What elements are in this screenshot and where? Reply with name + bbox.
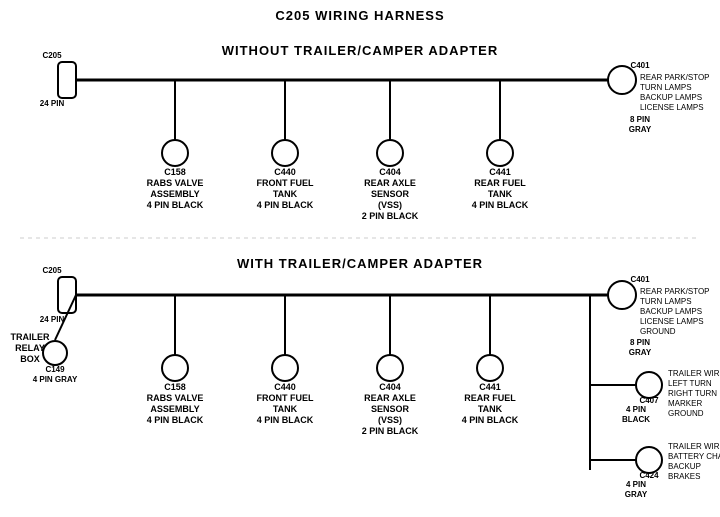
top-c158-desc2: ASSEMBLY [150, 189, 199, 199]
bot-left-id: C205 [42, 266, 62, 275]
bottom-section-title: WITH TRAILER/CAMPER ADAPTER [237, 256, 483, 271]
bot-right-desc1: REAR PARK/STOP [640, 287, 710, 296]
bot-c404-desc1: REAR AXLE [364, 393, 416, 403]
bot-c407-desc1: TRAILER WIRES [668, 369, 720, 378]
bot-c424-pin1: 4 PIN [626, 480, 646, 489]
wiring-diagram: WITHOUT TRAILER/CAMPER ADAPTER C205 24 P… [0, 0, 720, 517]
bot-c158-id: C158 [164, 382, 186, 392]
diagram-container: C205 WIRING HARNESS WITHOUT TRAILER/CAMP… [0, 0, 720, 517]
bot-right-id: C401 [630, 275, 650, 284]
top-c441-desc2: TANK [488, 189, 513, 199]
bot-c407-desc4: MARKER [668, 399, 702, 408]
bot-c441-desc1: REAR FUEL [464, 393, 516, 403]
bot-c404-id: C404 [379, 382, 401, 392]
bot-c404-desc3: (VSS) [378, 415, 402, 425]
bot-c158-desc1: RABS VALVE [147, 393, 204, 403]
top-right-color: GRAY [629, 125, 652, 134]
top-right-desc2: TURN LAMPS [640, 83, 692, 92]
top-c158-desc1: RABS VALVE [147, 178, 204, 188]
bot-right-desc2: TURN LAMPS [640, 297, 692, 306]
bot-c407-pin2: BLACK [622, 415, 650, 424]
bot-c407-desc2: LEFT TURN [668, 379, 712, 388]
bot-c407-desc5: GROUND [668, 409, 704, 418]
bot-c424-desc1: TRAILER WIRES [668, 442, 720, 451]
bot-c424-desc3: BACKUP [668, 462, 701, 471]
bot-c404-desc2: SENSOR [371, 404, 410, 414]
bot-right-color: GRAY [629, 348, 652, 357]
bot-relay-label1: TRAILER [11, 332, 50, 342]
top-left-pin: 24 PIN [40, 99, 65, 108]
bot-c158-desc2: ASSEMBLY [150, 404, 199, 414]
top-c440-id: C440 [274, 167, 296, 177]
top-c441-desc3: 4 PIN BLACK [472, 200, 529, 210]
bot-c407-id: C407 [639, 396, 659, 405]
bot-c441-desc3: 4 PIN BLACK [462, 415, 519, 425]
top-c440-desc3: 4 PIN BLACK [257, 200, 314, 210]
bot-left-pin: 24 PIN [40, 315, 65, 324]
top-c440-desc1: FRONT FUEL [257, 178, 314, 188]
bot-c440-desc1: FRONT FUEL [257, 393, 314, 403]
bot-c424-id: C424 [639, 471, 659, 480]
bot-c424-desc2: BATTERY CHARGE [668, 452, 720, 461]
top-c158-id: C158 [164, 167, 186, 177]
top-section-title: WITHOUT TRAILER/CAMPER ADAPTER [222, 43, 499, 58]
top-c404-desc4: 2 PIN BLACK [362, 211, 419, 221]
top-left-id: C205 [42, 51, 62, 60]
top-c441-id: C441 [489, 167, 511, 177]
bot-c149-id: C149 [45, 365, 65, 374]
bot-c407-pin1: 4 PIN [626, 405, 646, 414]
bot-right-desc4: LICENSE LAMPS [640, 317, 704, 326]
top-right-desc3: BACKUP LAMPS [640, 93, 702, 102]
top-c404-id: C404 [379, 167, 401, 177]
bot-c149-pin: 4 PIN GRAY [33, 375, 78, 384]
top-c158-desc3: 4 PIN BLACK [147, 200, 204, 210]
bot-c441-desc2: TANK [478, 404, 503, 414]
bot-c158-desc3: 4 PIN BLACK [147, 415, 204, 425]
bot-c440-desc2: TANK [273, 404, 298, 414]
top-c404-desc3: (VSS) [378, 200, 402, 210]
bot-c404-desc4: 2 PIN BLACK [362, 426, 419, 436]
bot-c424-desc4: BRAKES [668, 472, 700, 481]
top-right-desc4: LICENSE LAMPS [640, 103, 704, 112]
bot-right-desc5: GROUND [640, 327, 676, 336]
top-right-id: C401 [630, 61, 650, 70]
top-c404-desc2: SENSOR [371, 189, 410, 199]
top-right-pin: 8 PIN [630, 115, 650, 124]
bot-right-desc3: BACKUP LAMPS [640, 307, 702, 316]
bot-right-pin: 8 PIN [630, 338, 650, 347]
top-right-desc1: REAR PARK/STOP [640, 73, 710, 82]
bot-c440-desc3: 4 PIN BLACK [257, 415, 314, 425]
bot-c441-id: C441 [479, 382, 501, 392]
bot-relay-label3: BOX [20, 354, 40, 364]
top-c404-desc1: REAR AXLE [364, 178, 416, 188]
bot-c424-pin2: GRAY [625, 490, 648, 499]
top-c441-desc1: REAR FUEL [474, 178, 526, 188]
top-c440-desc2: TANK [273, 189, 298, 199]
bot-relay-label2: RELAY [15, 343, 45, 353]
bot-c407-desc3: RIGHT TURN [668, 389, 717, 398]
bot-c440-id: C440 [274, 382, 296, 392]
